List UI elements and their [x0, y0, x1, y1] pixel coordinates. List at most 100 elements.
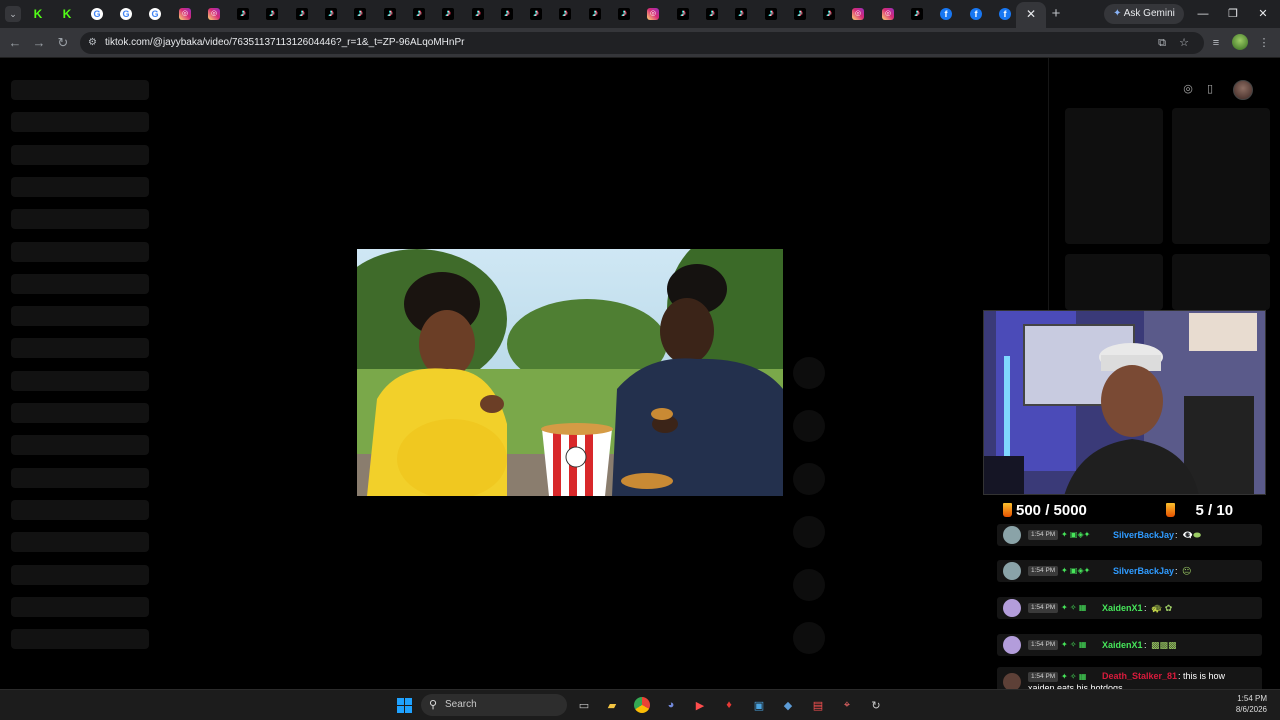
app-refresh-icon[interactable]: ↻	[866, 695, 886, 715]
browser-tab[interactable]: ◎	[205, 5, 223, 23]
comment-button[interactable]	[793, 410, 825, 442]
restore-icon[interactable]: ❐	[1220, 4, 1246, 24]
chat-colon: :	[1175, 530, 1178, 540]
browser-tab[interactable]: ♪	[674, 5, 692, 23]
new-tab-button[interactable]: +	[1048, 5, 1064, 23]
tiktok-icon: ♪	[530, 8, 542, 20]
related-skeleton	[1172, 254, 1270, 310]
browser-tab[interactable]: f	[996, 5, 1014, 23]
taskbar-time[interactable]: 1:54 PM	[1237, 694, 1267, 703]
forward-icon[interactable]: →	[30, 33, 48, 53]
taskbar-search[interactable]: ⚲ Search	[421, 694, 567, 716]
browser-tab[interactable]: ♪	[469, 5, 487, 23]
task-view-icon[interactable]: ▭	[574, 695, 594, 715]
tiktok-icon: ♪	[911, 8, 923, 20]
browser-tab[interactable]: ◎	[644, 5, 662, 23]
tab-strip: ⌄ KKGGG◎◎♪♪♪♪♪♪♪♪♪♪♪♪♪♪◎♪♪♪♪♪♪◎◎♪fff▶ ✕ …	[0, 0, 1280, 28]
browser-tab[interactable]: ♪	[732, 5, 750, 23]
browser-tab[interactable]: f	[937, 5, 955, 23]
reload-icon[interactable]: ↻	[54, 33, 72, 53]
browser-tab[interactable]: ♪	[293, 5, 311, 23]
browser-tab[interactable]: f	[967, 5, 985, 23]
browser-tab[interactable]: ♪	[762, 5, 780, 23]
browser-tab[interactable]: ♪	[381, 5, 399, 23]
browser-tab[interactable]: K	[29, 5, 47, 23]
chat-avatar	[1003, 599, 1021, 617]
app-blue-icon[interactable]: ▣	[749, 695, 769, 715]
browser-tab[interactable]: G	[117, 5, 135, 23]
install-app-icon[interactable]: ⧉	[1154, 35, 1170, 51]
chat-timestamp: 1:54 PM	[1028, 640, 1059, 650]
chrome-icon[interactable]	[632, 695, 652, 715]
related-skeleton	[1172, 108, 1270, 244]
browser-tab[interactable]: ♪	[439, 5, 457, 23]
like-button[interactable]	[793, 357, 825, 389]
media-player-icon[interactable]: ▶	[690, 695, 710, 715]
url-text[interactable]: tiktok.com/@jayybaka/video/7635113711312…	[105, 32, 464, 54]
chat-timestamp: 1:54 PM	[1028, 530, 1059, 540]
phone-icon[interactable]: ▯	[1202, 80, 1218, 98]
sound-button[interactable]	[793, 622, 825, 654]
browser-tab[interactable]: ♪	[351, 5, 369, 23]
discord-icon[interactable]: ◕	[661, 695, 681, 715]
compass-icon[interactable]: ◎	[1180, 80, 1196, 98]
file-explorer-icon[interactable]: ▰	[602, 695, 622, 715]
save-button[interactable]	[793, 463, 825, 495]
minimize-icon[interactable]: —	[1190, 4, 1216, 24]
chat-timestamp: 1:54 PM	[1028, 566, 1059, 576]
browser-tab[interactable]: ♪	[908, 5, 926, 23]
browser-tab[interactable]: ♪	[263, 5, 281, 23]
browser-tab[interactable]: ♪	[820, 5, 838, 23]
media-controls-icon[interactable]: ≡	[1208, 34, 1224, 52]
windows-start-icon[interactable]	[394, 695, 414, 715]
app-red-icon[interactable]: ▤	[808, 695, 828, 715]
chat-username[interactable]: SilverBackJay	[1113, 565, 1174, 577]
browser-tab[interactable]: ♪	[791, 5, 809, 23]
chat-username[interactable]: XaidenX1	[1102, 602, 1143, 614]
window-close-icon[interactable]: ✕	[1250, 4, 1276, 24]
site-info-icon[interactable]: ⚙	[88, 35, 102, 51]
browser-tab[interactable]: ♪	[586, 5, 604, 23]
browser-tab[interactable]: ♪	[410, 5, 428, 23]
menu-kebab-icon[interactable]: ⋮	[1256, 34, 1272, 52]
browser-tab[interactable]: K	[58, 5, 76, 23]
app-diamond-icon[interactable]: ◆	[778, 695, 798, 715]
app-pin-icon[interactable]: ⌖	[837, 695, 857, 715]
bookmark-star-icon[interactable]: ☆	[1176, 35, 1192, 51]
ask-gemini-button[interactable]: ✦ Ask Gemini	[1104, 4, 1184, 24]
share-button[interactable]	[793, 516, 825, 548]
browser-tab[interactable]: ◎	[176, 5, 194, 23]
instagram-icon: ◎	[852, 8, 864, 20]
browser-tab[interactable]: ♪	[498, 5, 516, 23]
chat-username[interactable]: Death_Stalker_81	[1102, 670, 1177, 682]
user-avatar[interactable]	[1233, 80, 1253, 100]
taskbar-date[interactable]: 8/6/2026	[1236, 705, 1267, 714]
browser-profile-avatar[interactable]	[1232, 34, 1248, 50]
browser-tab[interactable]: ◎	[849, 5, 867, 23]
chat-message: 1:54 PM ✦ ✧ ▦ XaidenX1: ▩▩▩	[997, 634, 1262, 656]
browser-tab[interactable]: G	[88, 5, 106, 23]
browser-tab[interactable]: ♪	[322, 5, 340, 23]
browser-tab[interactable]: G	[146, 5, 164, 23]
more-button[interactable]	[793, 569, 825, 601]
active-tab[interactable]: ✕	[1016, 2, 1046, 28]
browser-tab[interactable]: ♪	[556, 5, 574, 23]
browser-tab[interactable]: ◎	[879, 5, 897, 23]
close-tab-icon[interactable]: ✕	[1026, 7, 1036, 21]
address-bar[interactable]: ⚙ tiktok.com/@jayybaka/video/76351137113…	[80, 32, 1204, 54]
back-icon[interactable]: ←	[6, 33, 24, 53]
tiktok-icon: ♪	[677, 8, 689, 20]
chat-colon: :	[1144, 603, 1147, 613]
browser-tab[interactable]: ♪	[234, 5, 252, 23]
chat-avatar	[1003, 562, 1021, 580]
chat-emotes: 👁‍🗨⬬	[1182, 530, 1201, 540]
chat-username[interactable]: SilverBackJay	[1113, 529, 1174, 541]
tab-search-dropdown-icon[interactable]: ⌄	[5, 6, 21, 22]
chat-username[interactable]: XaidenX1	[1102, 639, 1143, 651]
facebook-icon: f	[999, 8, 1011, 20]
browser-tab[interactable]: ♪	[703, 5, 721, 23]
browser-tab[interactable]: ♪	[615, 5, 633, 23]
browser-tab[interactable]: ♪	[527, 5, 545, 23]
app-flame-icon[interactable]: ♦	[719, 695, 739, 715]
video-player[interactable]	[357, 249, 783, 496]
